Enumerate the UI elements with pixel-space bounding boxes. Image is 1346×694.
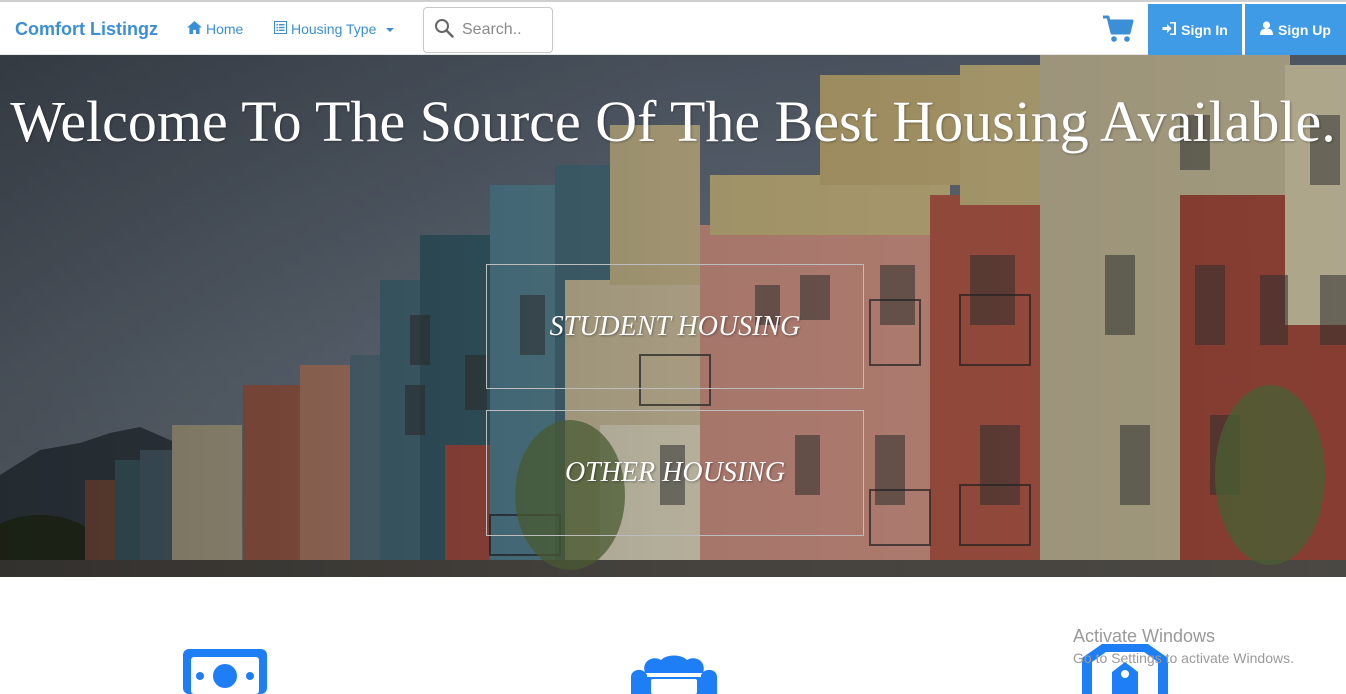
sign-up-label: Sign Up (1278, 21, 1331, 38)
money-icon (183, 649, 267, 694)
sofa-icon (631, 655, 717, 694)
brand-link[interactable]: Comfort Listingz (15, 19, 158, 40)
housing-type-label: Housing Type (291, 21, 377, 37)
sign-in-button[interactable]: Sign In (1148, 4, 1242, 55)
watermark-subtitle: Go to Settings to activate Windows. (1073, 650, 1294, 666)
student-housing-button[interactable]: STUDENT HOUSING (486, 264, 864, 389)
nav-home-link[interactable]: Home (187, 21, 243, 37)
sign-up-button[interactable]: Sign Up (1245, 4, 1346, 55)
nav-home-label: Home (206, 21, 244, 37)
watermark-title: Activate Windows (1073, 626, 1216, 646)
navbar: Comfort Listingz Home Housing Type Sign (0, 0, 1346, 55)
hero-section: Welcome To The Source Of The Best Housin… (0, 55, 1346, 577)
search-box[interactable] (423, 7, 553, 53)
sign-in-icon (1162, 21, 1177, 38)
caret-down-icon (386, 28, 395, 32)
sign-in-label: Sign In (1181, 21, 1228, 38)
other-housing-button[interactable]: OTHER HOUSING (486, 410, 864, 536)
housing-type-dropdown[interactable]: Housing Type (274, 21, 395, 37)
activate-windows-watermark: Activate Windows Go to Settings to activ… (1073, 626, 1294, 666)
list-alt-icon (274, 21, 287, 37)
search-icon (434, 18, 454, 43)
search-input[interactable] (462, 21, 542, 39)
cart-icon[interactable] (1102, 15, 1134, 48)
user-icon (1260, 21, 1274, 38)
hero-title: Welcome To The Source Of The Best Housin… (10, 89, 1336, 154)
home-icon (187, 21, 202, 37)
